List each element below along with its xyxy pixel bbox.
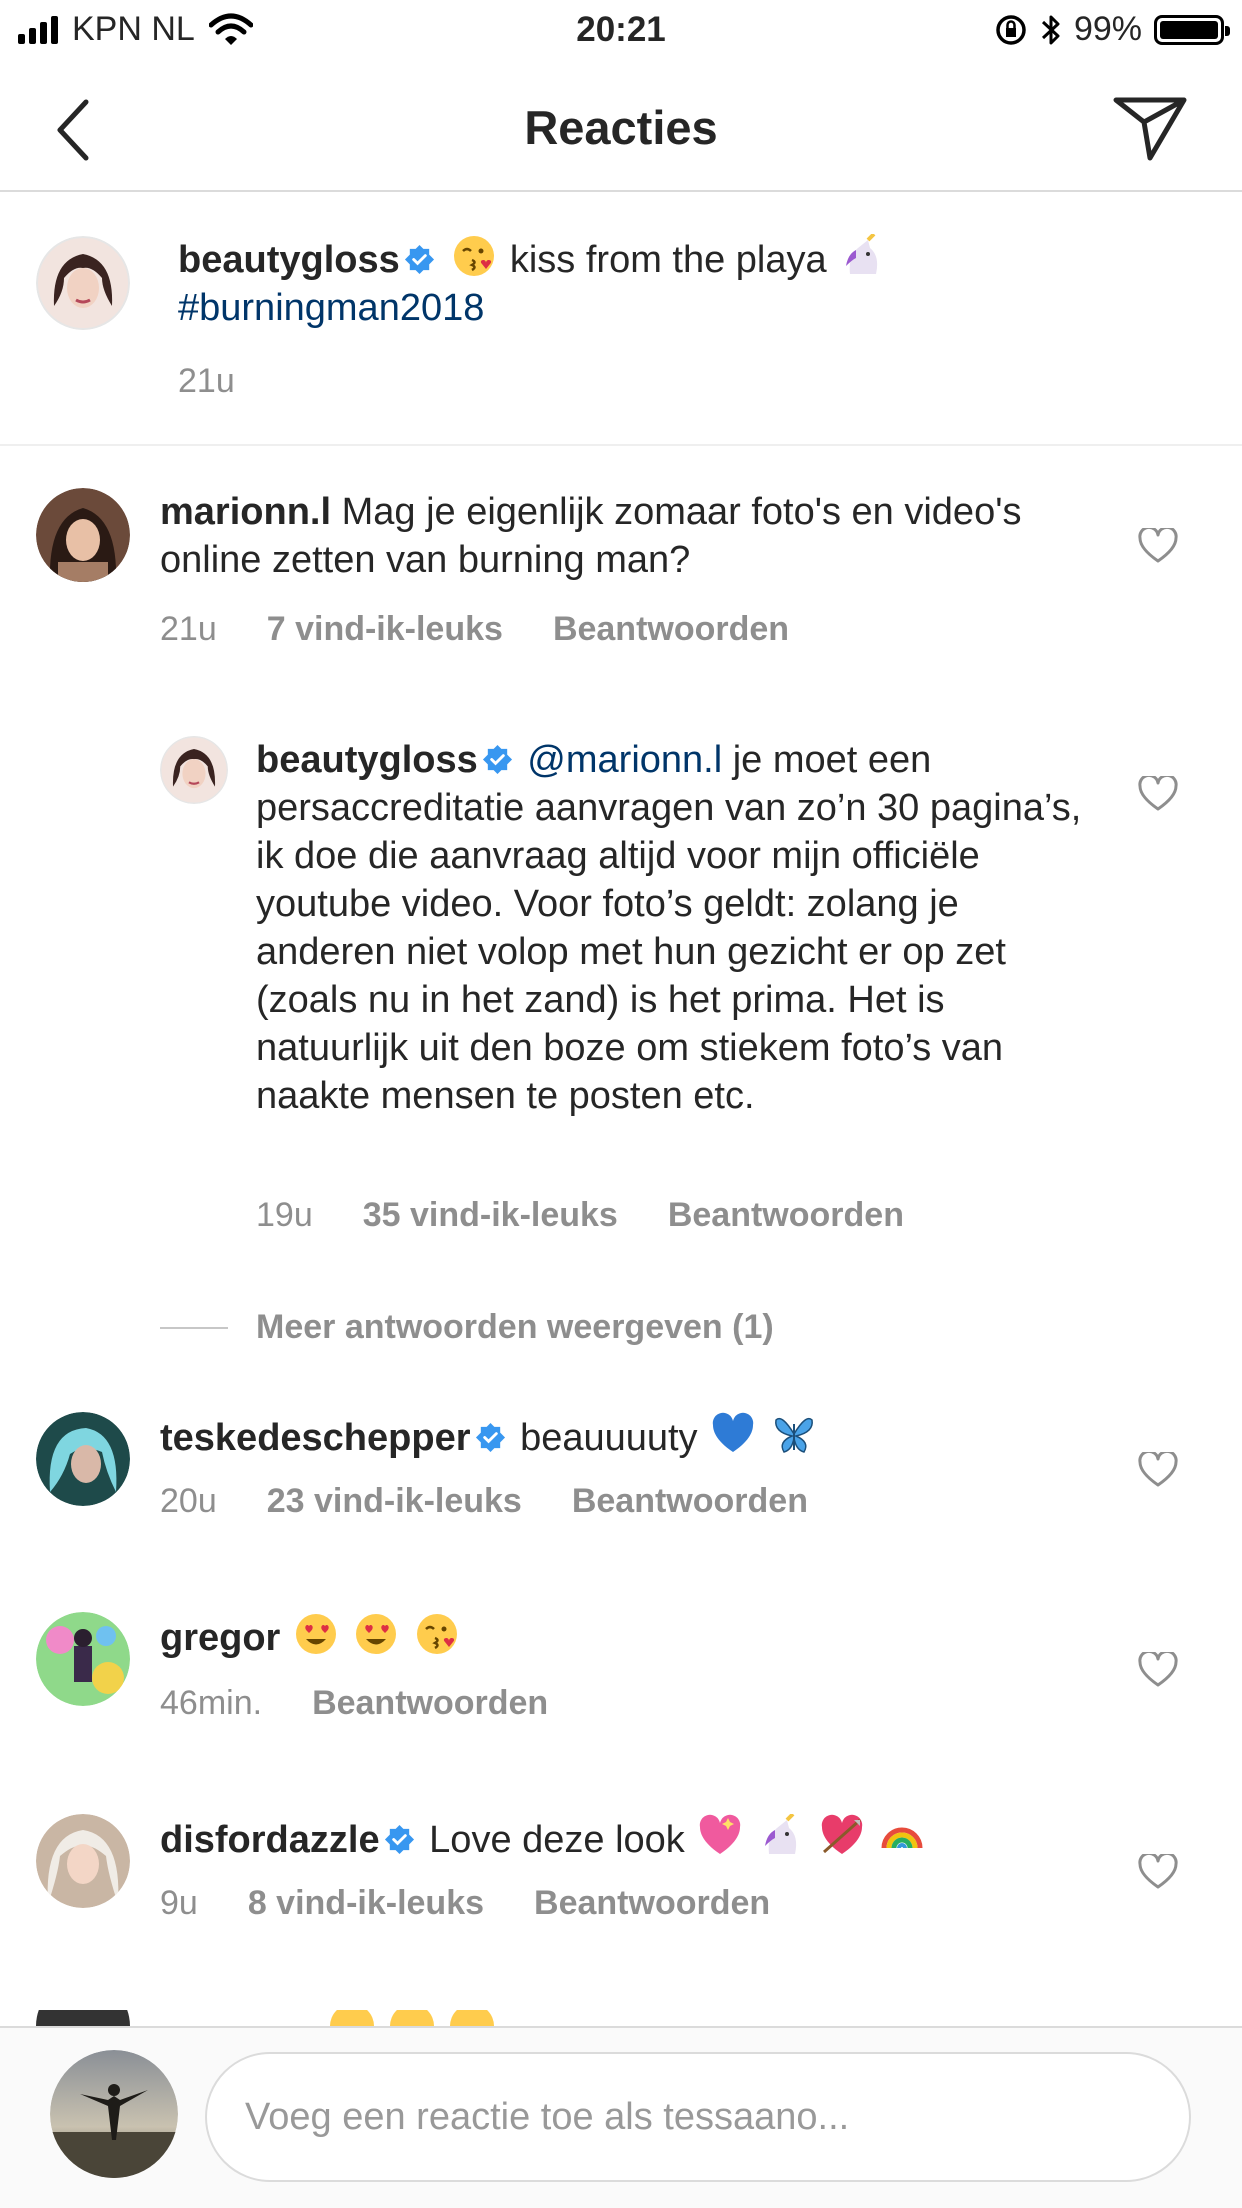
nav-bar: Reacties — [0, 62, 1242, 192]
avatar[interactable] — [36, 488, 130, 582]
page-title: Reacties — [524, 101, 718, 154]
partial-comment — [36, 2010, 1242, 2026]
comment-likes[interactable]: 8 vind-ik-leuks — [248, 1884, 484, 1923]
comment-time: 21u — [160, 610, 217, 648]
send-icon[interactable] — [1110, 86, 1190, 166]
avatar — [50, 2050, 178, 2178]
verified-badge-icon — [384, 1824, 414, 1855]
reply-button[interactable]: Beantwoorden — [553, 610, 789, 649]
comment-time: 46min. — [160, 1684, 263, 1722]
comment-username[interactable]: gregor — [160, 1617, 280, 1659]
caption-time: 21u — [178, 362, 235, 400]
reply-button[interactable]: Beantwoorden — [312, 1684, 548, 1723]
heart-icon[interactable] — [1138, 776, 1178, 812]
comment-text: marionn.l Mag je eigenlijk zomaar foto's… — [160, 488, 1120, 584]
rainbow-emoji — [881, 1827, 923, 1849]
heart-arrow-emoji — [821, 1814, 862, 1854]
comment-time: 20u — [160, 1482, 217, 1520]
battery-percent: 99% — [1073, 10, 1142, 48]
comment-text: teskedeschepper beauuuuty — [160, 1412, 1120, 1462]
comment-meta: 20u 23 vind-ik-leuks Beantwoorden — [160, 1482, 808, 1521]
kissing-face-emoji — [454, 236, 495, 276]
reply-button[interactable]: Beantwoorden — [668, 1196, 904, 1235]
comment-composer — [0, 2026, 1242, 2208]
divider-line — [160, 1326, 228, 1329]
comment-meta: 9u 8 vind-ik-leuks Beantwoorden — [160, 1884, 770, 1923]
heart-icon[interactable] — [1138, 1854, 1178, 1890]
avatar[interactable] — [36, 1412, 130, 1506]
comment-username[interactable]: marionn.l — [160, 491, 331, 533]
caption-hashtag[interactable]: #burningman2018 — [178, 287, 484, 329]
reply-button[interactable]: Beantwoorden — [572, 1482, 808, 1521]
view-more-replies-label: Meer antwoorden weergeven (1) — [256, 1308, 774, 1346]
kissing-face-emoji — [417, 1614, 458, 1654]
status-bar: KPN NL 20:21 99% — [0, 0, 1242, 62]
comment-meta: 21u 7 vind-ik-leuks Beantwoorden — [160, 610, 789, 649]
avatar[interactable] — [36, 236, 130, 330]
comment-username[interactable]: teskedeschepper — [160, 1417, 471, 1459]
heart-icon[interactable] — [1138, 1652, 1178, 1688]
post-caption: beautygloss kiss from the playa #burning… — [0, 192, 1242, 446]
comment-meta: 19u 35 vind-ik-leuks Beantwoorden — [256, 1196, 904, 1235]
caption-username[interactable]: beautygloss — [178, 239, 400, 281]
comment-time: 19u — [256, 1196, 313, 1234]
comment-mention[interactable]: @marionn.l — [527, 739, 722, 781]
caption-text: beautygloss kiss from the playa #burning… — [178, 234, 1188, 332]
comment-time: 9u — [160, 1884, 198, 1922]
comment-message: je moet een persaccreditatie aanvragen v… — [256, 739, 1082, 1117]
heart-icon[interactable] — [1138, 1452, 1178, 1488]
comment-username[interactable]: beautygloss — [256, 739, 478, 781]
blue-heart-emoji — [712, 1412, 754, 1452]
caption-meta: 21u — [178, 362, 235, 401]
reply-button[interactable]: Beantwoorden — [534, 1884, 770, 1923]
comment-text: gregor — [160, 1612, 1120, 1662]
comment-message: beauuuuty — [520, 1417, 698, 1459]
comment-text: beautygloss @marionn.l je moet een persa… — [256, 736, 1106, 1120]
battery-icon — [1154, 14, 1230, 45]
avatar[interactable] — [36, 1814, 130, 1908]
avatar[interactable] — [36, 1612, 130, 1706]
comment-username[interactable]: disfordazzle — [160, 1819, 380, 1861]
unicorn-emoji — [846, 234, 878, 274]
unicorn-emoji — [764, 1814, 797, 1854]
caption-message: kiss from the playa — [509, 239, 827, 281]
view-more-replies[interactable]: Meer antwoorden weergeven (1) — [160, 1308, 774, 1347]
heart-icon[interactable] — [1138, 528, 1178, 564]
verified-badge-icon — [404, 244, 434, 275]
comment-likes[interactable]: 7 vind-ik-leuks — [267, 610, 503, 649]
heart-eyes-emoji — [356, 1614, 397, 1654]
verified-badge-icon — [482, 744, 512, 775]
avatar[interactable] — [160, 736, 228, 804]
heart-eyes-emoji — [295, 1614, 336, 1654]
avatar — [36, 2010, 130, 2026]
orientation-lock-icon — [996, 14, 1026, 45]
comment-likes[interactable]: 23 vind-ik-leuks — [267, 1482, 522, 1521]
comment-text: disfordazzle Love deze look — [160, 1814, 1120, 1864]
butterfly-emoji — [774, 1417, 813, 1453]
bluetooth-icon — [1041, 15, 1060, 44]
comment-input[interactable] — [205, 2052, 1191, 2182]
sparkling-heart-emoji — [700, 1814, 741, 1854]
status-bar-right: 99% — [994, 10, 1230, 49]
verified-badge-icon — [475, 1422, 505, 1453]
comment-message: Love deze look — [429, 1819, 685, 1861]
comment-meta: 46min. Beantwoorden — [160, 1684, 548, 1723]
comment-likes[interactable]: 35 vind-ik-leuks — [363, 1196, 618, 1235]
emoji-row — [330, 2010, 495, 2026]
